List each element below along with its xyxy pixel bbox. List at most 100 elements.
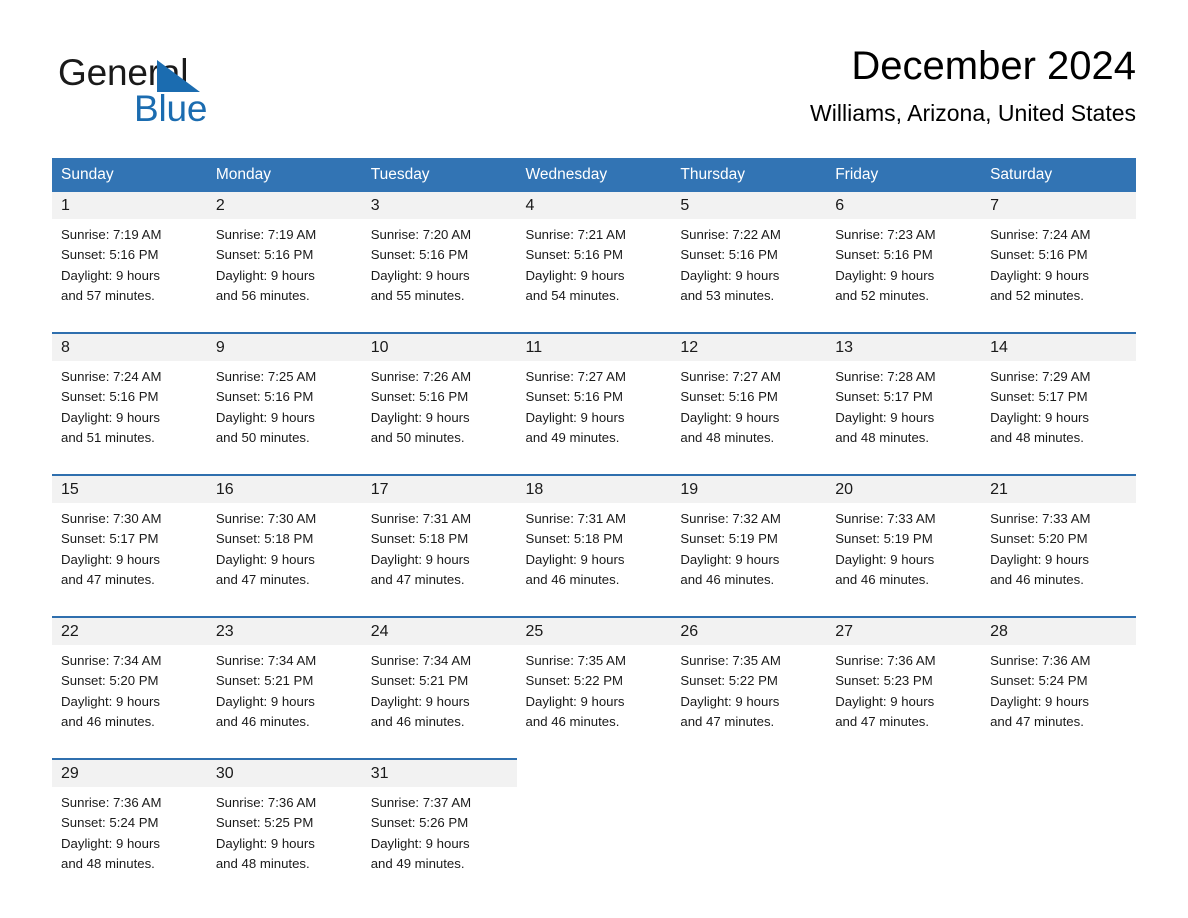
day-number-cell[interactable]: 22 [52,616,207,645]
day-sunset-text: Sunset: 5:21 PM [370,673,469,689]
title-block: December 2024 Williams, Arizona, United … [810,40,1136,128]
day-daylight-2-text: and 47 minutes. [61,571,155,587]
day-number-cell[interactable]: 23 [206,616,362,645]
day-sunset-text: Sunset: 5:24 PM [61,815,159,831]
generalblue-logo[interactable]: General Blue [58,52,318,129]
day-number-cell[interactable]: 10 [361,332,517,361]
day-number-cell[interactable]: 6 [826,192,982,219]
day-daylight-2-text: and 52 minutes. [990,287,1084,303]
day-detail-row: Sunrise: 7:34 AM Sunset: 5:20 PM Daylight:… [52,645,1136,750]
day-number-cell[interactable]: 17 [361,474,517,503]
day-sunrise-text: Sunrise: 7:30 AM [61,511,162,526]
day-number-cell[interactable]: 1 [52,192,207,219]
day-number-cell[interactable]: 2 [206,192,362,219]
day-number-cell[interactable]: 12 [671,332,827,361]
day-daylight-2-text: and 46 minutes. [990,571,1084,587]
day-number-cell[interactable]: 5 [671,192,827,219]
day-sunrise-text: Sunrise: 7:37 AM [370,795,472,810]
day-number-cell[interactable]: 4 [516,192,672,219]
day-detail-cell: Sunrise: 7:24 AM Sunset: 5:16 PM Daylight:… [981,219,1136,324]
calendar-container: Sunday Monday Tuesday Wednesday Thursday… [52,158,1136,892]
day-number-cell[interactable]: 9 [206,332,362,361]
day-sunrise-text: Sunrise: 7:34 AM [370,653,472,668]
day-sunset-text: Sunset: 5:18 PM [525,531,624,547]
day-number-cell[interactable]: 15 [52,474,207,503]
day-number-cell[interactable]: 26 [671,616,827,645]
day-daylight-2-text: and 46 minutes. [835,571,930,587]
logo-text-blue: Blue [134,88,208,129]
day-detail-cell: Sunrise: 7:27 AM Sunset: 5:16 PM Daylight:… [516,361,672,466]
day-number-row: 15 16 17 18 19 20 21 [52,474,1136,503]
day-daylight-2-text: and 47 minutes. [370,571,465,587]
day-detail-cell: Sunrise: 7:37 AM Sunset: 5:26 PM Daylight:… [361,787,517,892]
day-sunrise-text: Sunrise: 7:26 AM [370,369,472,384]
day-daylight-1-text: Daylight: 9 hours [370,693,470,709]
day-daylight-1-text: Daylight: 9 hours [370,409,470,425]
day-number-cell[interactable]: 18 [516,474,672,503]
calendar-body: 1 2 3 4 5 6 7 Sunrise: 7:19 AM Sunset: 5:16 PM Da… [52,192,1136,892]
day-number-cell[interactable]: 13 [826,332,982,361]
day-sunrise-text: Sunrise: 7:33 AM [990,511,1091,526]
day-daylight-1-text: Daylight: 9 hours [61,551,160,567]
day-daylight-1-text: Daylight: 9 hours [525,693,625,709]
day-daylight-2-text: and 47 minutes. [835,713,930,729]
day-number-cell[interactable]: 29 [52,758,207,787]
day-detail-cell: Sunrise: 7:20 AM Sunset: 5:16 PM Daylight:… [361,219,517,324]
week-spacer-cell [52,608,1136,617]
day-daylight-2-text: and 51 minutes. [61,429,155,445]
day-number-cell[interactable]: 14 [981,332,1136,361]
day-daylight-1-text: Daylight: 9 hours [61,409,160,425]
weekday-header-monday: Monday [206,158,362,192]
day-number-cell[interactable]: 7 [981,192,1136,219]
day-detail-cell: Sunrise: 7:33 AM Sunset: 5:19 PM Daylight:… [826,503,982,608]
weekday-header-sunday: Sunday [52,158,207,192]
day-number-cell[interactable]: 11 [516,332,672,361]
day-daylight-2-text: and 46 minutes. [215,713,310,729]
day-number-cell[interactable]: 21 [981,474,1136,503]
day-sunset-text: Sunset: 5:17 PM [61,531,159,547]
day-number-cell[interactable]: 30 [206,758,362,787]
day-number-cell[interactable]: 8 [52,332,207,361]
day-daylight-2-text: and 46 minutes. [370,713,465,729]
day-daylight-1-text: Daylight: 9 hours [525,409,625,425]
day-sunset-text: Sunset: 5:18 PM [215,531,314,547]
week-spacer-row [52,324,1136,333]
page-header: General Blue December 2024 Williams, Ari… [52,40,1136,145]
day-detail-cell: Sunrise: 7:35 AM Sunset: 5:22 PM Daylight:… [516,645,672,750]
day-number-cell[interactable]: 25 [516,616,672,645]
day-number-cell[interactable]: 28 [981,616,1136,645]
day-detail-cell: Sunrise: 7:32 AM Sunset: 5:19 PM Daylight:… [671,503,827,608]
day-sunrise-text: Sunrise: 7:21 AM [525,227,626,242]
day-daylight-2-text: and 46 minutes. [680,571,775,587]
day-detail-cell: Sunrise: 7:26 AM Sunset: 5:16 PM Daylight:… [361,361,517,466]
day-daylight-2-text: and 47 minutes. [680,713,775,729]
day-detail-cell: Sunrise: 7:27 AM Sunset: 5:16 PM Daylight:… [671,361,827,466]
day-detail-cell: Sunrise: 7:31 AM Sunset: 5:18 PM Daylight:… [516,503,672,608]
day-number-cell[interactable]: 31 [361,758,517,787]
day-detail-cell: Sunrise: 7:19 AM Sunset: 5:16 PM Daylight:… [52,219,207,324]
weekday-header-friday: Friday [826,158,982,192]
day-daylight-1-text: Daylight: 9 hours [835,267,935,283]
day-number-cell[interactable]: 3 [361,192,517,219]
day-number-cell[interactable]: 16 [206,474,362,503]
day-detail-cell: Sunrise: 7:36 AM Sunset: 5:23 PM Daylight:… [826,645,982,750]
day-number-cell[interactable]: 19 [671,474,827,503]
calendar-table: Sunday Monday Tuesday Wednesday Thursday… [52,158,1136,892]
day-daylight-2-text: and 56 minutes. [215,287,310,303]
calendar-header: Sunday Monday Tuesday Wednesday Thursday… [52,158,1136,192]
day-sunset-text: Sunset: 5:26 PM [370,815,469,831]
day-number-cell[interactable]: 24 [361,616,517,645]
day-sunrise-text: Sunrise: 7:28 AM [835,369,936,384]
week-spacer-row [52,750,1136,759]
day-daylight-2-text: and 46 minutes. [61,713,155,729]
day-number-cell[interactable]: 20 [826,474,982,503]
day-sunrise-text: Sunrise: 7:22 AM [680,227,781,242]
day-detail-cell: Sunrise: 7:28 AM Sunset: 5:17 PM Daylight:… [826,361,982,466]
day-detail-cell-empty [981,787,1136,892]
day-daylight-1-text: Daylight: 9 hours [370,267,470,283]
day-sunset-text: Sunset: 5:16 PM [680,389,778,405]
day-number-cell[interactable]: 27 [826,616,982,645]
week-spacer-row [52,466,1136,475]
day-detail-cell: Sunrise: 7:30 AM Sunset: 5:17 PM Daylight:… [52,503,207,608]
day-number-row: 8 9 10 11 12 13 14 [52,332,1136,361]
